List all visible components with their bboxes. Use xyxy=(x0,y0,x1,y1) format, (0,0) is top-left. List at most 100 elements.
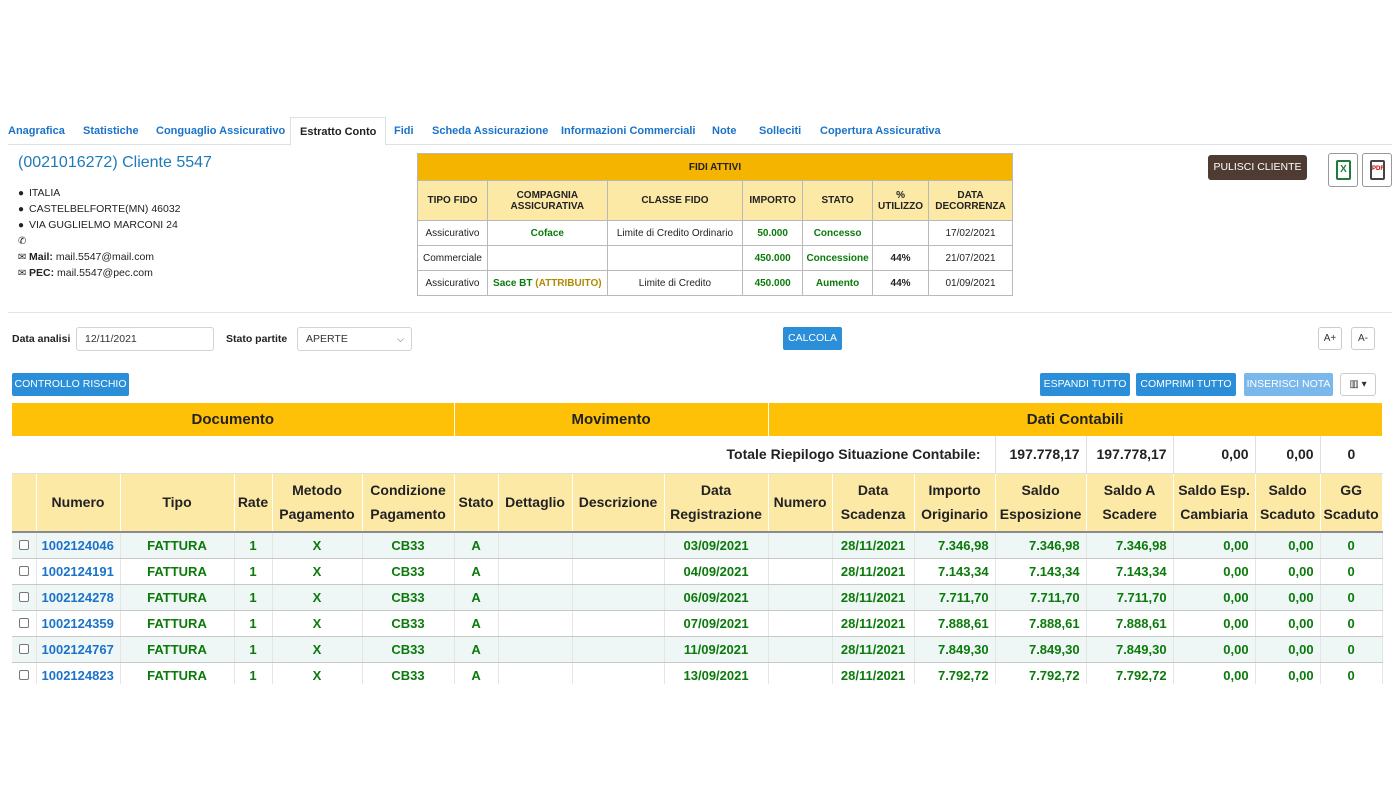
cell-data-registrazione: 04/09/2021 xyxy=(664,558,769,585)
row-checkbox[interactable] xyxy=(18,643,29,654)
row-checkbox[interactable] xyxy=(18,565,29,576)
col-header-importo-originario[interactable]: Importo Originario xyxy=(914,473,996,533)
espandi-tutto-button[interactable]: ESPANDI TUTTO xyxy=(1040,373,1130,396)
cell-condizione-pagamento: CB33 xyxy=(362,662,455,684)
total-saldo-esposizione: 197.778,17 xyxy=(994,436,1087,474)
mail-value: mail.5547@mail.com xyxy=(55,251,155,263)
columns-icon: ▥ ▾ xyxy=(1349,379,1367,390)
cell-descrizione xyxy=(572,636,665,663)
export-excel-button[interactable]: X xyxy=(1328,153,1358,187)
cell-condizione-pagamento: CB33 xyxy=(362,636,455,663)
cell-tipo: FATTURA xyxy=(120,558,235,585)
row-checkbox[interactable] xyxy=(18,591,29,602)
fidi-compagnia: Sace BT (ATTRIBUITO) xyxy=(486,270,608,296)
tab-estratto-conto[interactable]: Estratto Conto xyxy=(290,117,387,146)
col-header-metodo-pagamento[interactable]: Metodo Pagamento xyxy=(272,473,363,533)
row-checkbox[interactable] xyxy=(18,539,29,550)
fidi-row: Commerciale 450.000 Concessione 44% 21/0… xyxy=(417,245,1013,271)
tab-informazioni-commerciali[interactable]: Informazioni Commerciali xyxy=(561,117,695,145)
stato-partite-select[interactable]: APERTE ⌵ xyxy=(297,327,412,351)
col-header-saldo-esposizione[interactable]: Saldo Esposizione xyxy=(995,473,1087,533)
table-row[interactable]: 1002124191 FATTURA 1 X CB33 A 04/09/2021 28/11/… xyxy=(12,558,1383,585)
fidi-attivi-table: FIDI ATTIVI TIPO FIDO COMPAGNIA ASSICURA… xyxy=(417,153,1013,296)
cell-data-registrazione: 11/09/2021 xyxy=(664,636,769,663)
client-phone: ✆ xyxy=(18,235,29,247)
fidi-data: 21/07/2021 xyxy=(928,245,1013,271)
cell-numero[interactable]: 1002124191 xyxy=(36,558,121,585)
cell-numero[interactable]: 1002124359 xyxy=(36,610,121,637)
col-header-saldo-scaduto[interactable]: Saldo Scaduto xyxy=(1255,473,1321,533)
client-address: ● VIA GUGLIELMO MARCONI 24 xyxy=(18,219,178,231)
col-header-numero-movimento[interactable]: Numero xyxy=(768,473,833,533)
stato-partite-value: APERTE xyxy=(306,333,348,345)
col-header-data-registrazione[interactable]: Data Registrazione xyxy=(664,473,769,533)
fidi-stato: Concesso xyxy=(802,220,874,246)
cell-numero[interactable]: 1002124046 xyxy=(36,532,121,559)
cell-gg-scaduto: 0 xyxy=(1320,636,1383,663)
tab-copertura-assicurativa[interactable]: Copertura Assicurativa xyxy=(820,117,941,145)
table-row[interactable]: 1002124359 FATTURA 1 X CB33 A 07/09/2021 28/11/… xyxy=(12,610,1383,637)
cell-data-scadenza: 28/11/2021 xyxy=(832,636,915,663)
tab-anagrafica[interactable]: Anagrafica xyxy=(8,117,65,145)
row-checkbox[interactable] xyxy=(18,669,29,680)
cell-condizione-pagamento: CB33 xyxy=(362,558,455,585)
cell-saldo-a-scadere: 7.143,34 xyxy=(1086,558,1174,585)
table-row[interactable]: 1002124767 FATTURA 1 X CB33 A 11/09/2021 28/11/… xyxy=(12,636,1383,663)
row-checkbox[interactable] xyxy=(18,617,29,628)
map-marker-icon: ● xyxy=(18,188,25,199)
table-row[interactable]: 1002124278 FATTURA 1 X CB33 A 06/09/2021 28/11/… xyxy=(12,584,1383,611)
col-header-dettaglio[interactable]: Dettaglio xyxy=(498,473,573,533)
fidi-tipo: Assicurativo xyxy=(417,270,488,296)
table-row[interactable]: 1002124823 FATTURA 1 X CB33 A 13/09/2021 28/11/… xyxy=(12,662,1383,684)
font-decrease-button[interactable]: A- xyxy=(1351,327,1375,350)
col-header-condizione-pagamento[interactable]: Condizione Pagamento xyxy=(362,473,455,533)
cell-saldo-scaduto: 0,00 xyxy=(1255,636,1321,663)
cell-numero[interactable]: 1002124767 xyxy=(36,636,121,663)
tab-conguaglio-assicurativo[interactable]: Conguaglio Assicurativo xyxy=(156,117,285,145)
fidi-header: IMPORTO xyxy=(742,180,804,221)
export-pdf-button[interactable]: PDF xyxy=(1362,153,1392,187)
col-header-stato[interactable]: Stato xyxy=(454,473,499,533)
cell-metodo-pagamento: X xyxy=(272,662,363,684)
cell-data-registrazione: 07/09/2021 xyxy=(664,610,769,637)
tab-statistiche[interactable]: Statistiche xyxy=(83,117,139,145)
cell-numero[interactable]: 1002124823 xyxy=(36,662,121,684)
fidi-compagnia xyxy=(486,245,608,271)
fidi-stato: Concessione xyxy=(802,245,874,271)
table-row[interactable]: 1002124046 FATTURA 1 X CB33 A 03/09/2021 28/11/… xyxy=(12,532,1383,559)
col-header-tipo[interactable]: Tipo xyxy=(120,473,235,533)
cell-rate: 1 xyxy=(234,636,273,663)
data-analisi-input[interactable]: 12/11/2021 xyxy=(76,327,214,351)
col-header-descrizione[interactable]: Descrizione xyxy=(572,473,665,533)
calcola-button[interactable]: CALCOLA xyxy=(783,327,842,350)
col-header-saldo-esp-cambiaria[interactable]: Saldo Esp. Cambiaria xyxy=(1173,473,1256,533)
font-increase-button[interactable]: A+ xyxy=(1318,327,1342,350)
col-header-gg-scaduto[interactable]: GG Scaduto xyxy=(1320,473,1383,533)
fidi-utilizzo: 44% xyxy=(872,245,929,271)
cell-dettaglio xyxy=(498,636,573,663)
pulisci-cliente-button[interactable]: PULISCI CLIENTE xyxy=(1208,155,1307,180)
cell-numero[interactable]: 1002124278 xyxy=(36,584,121,611)
inserisci-nota-button[interactable]: INSERISCI NOTA xyxy=(1244,373,1333,396)
comprimi-tutto-button[interactable]: COMPRIMI TUTTO xyxy=(1136,373,1236,396)
tab-note[interactable]: Note xyxy=(712,117,736,145)
section-divider xyxy=(8,312,1392,313)
tab-scheda-assicurazione[interactable]: Scheda Assicurazione xyxy=(432,117,548,145)
fidi-stato: Aumento xyxy=(802,270,874,296)
group-movimento: Movimento xyxy=(454,403,769,436)
tab-fidi[interactable]: Fidi xyxy=(394,117,414,145)
cell-condizione-pagamento: CB33 xyxy=(362,532,455,559)
controllo-rischio-button[interactable]: CONTROLLO RISCHIO xyxy=(12,373,129,396)
col-header-numero[interactable]: Numero xyxy=(36,473,121,533)
cell-importo-originario: 7.711,70 xyxy=(914,584,996,611)
cell-data-registrazione: 06/09/2021 xyxy=(664,584,769,611)
col-header-saldo-a-scadere[interactable]: Saldo A Scadere xyxy=(1086,473,1174,533)
cell-saldo-esp-cambiaria: 0,00 xyxy=(1173,532,1256,559)
group-documento: Documento xyxy=(12,403,455,436)
tab-solleciti[interactable]: Solleciti xyxy=(759,117,801,145)
client-country-text: ITALIA xyxy=(29,187,61,199)
col-header-rate[interactable]: Rate xyxy=(234,473,273,533)
column-toggle-button[interactable]: ▥ ▾ xyxy=(1340,373,1376,396)
cell-saldo-a-scadere: 7.711,70 xyxy=(1086,584,1174,611)
col-header-data-scadenza[interactable]: Data Scadenza xyxy=(832,473,915,533)
